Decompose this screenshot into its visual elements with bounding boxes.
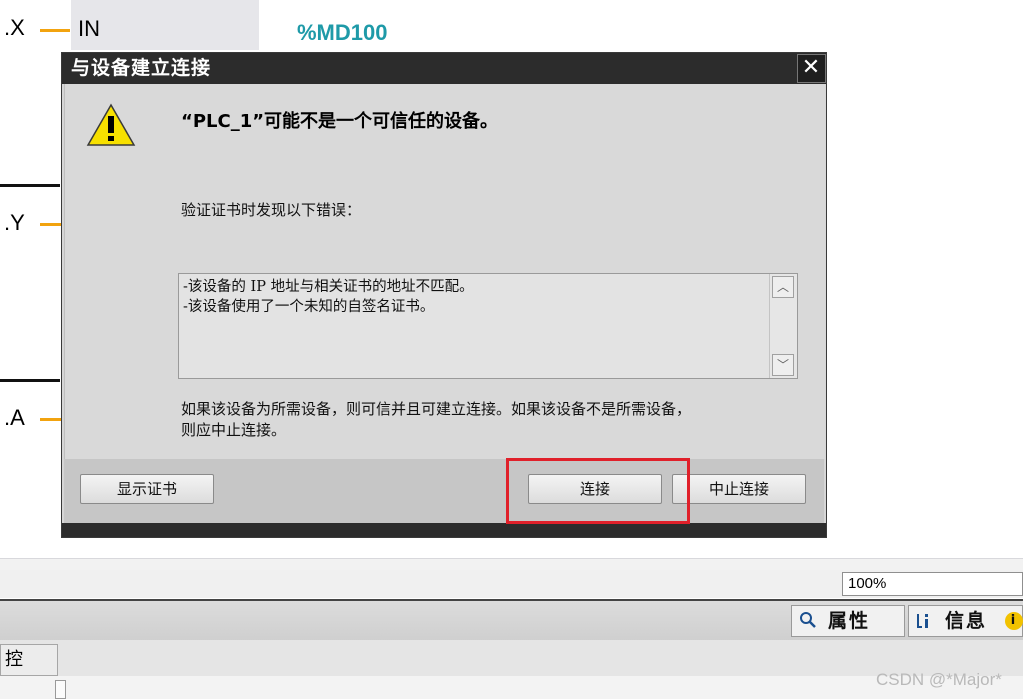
pin-label-y: .Y: [4, 210, 25, 235]
abort-connection-button[interactable]: 中止连接: [672, 474, 806, 504]
error-list-box[interactable]: -该设备的 IP 地址与相关证书的地址不匹配。 -该设备使用了一个未知的自签名证…: [178, 273, 798, 379]
rung-line: [0, 184, 60, 187]
dialog-note: 如果该设备为所需设备，则可信并且可建立连接。如果该设备不是所需设备， 则应中止连…: [181, 399, 801, 441]
show-certificate-button[interactable]: 显示证书: [80, 474, 214, 504]
tab-properties-label: 属性: [828, 610, 871, 632]
lower-panel-row: [0, 640, 1023, 676]
dialog-body: “PLC_1”可能不是一个可信任的设备。 验证证书时发现以下错误： -该设备的 …: [64, 84, 825, 459]
scroll-up-icon[interactable]: ︿: [772, 276, 794, 298]
scrollbar-thumb[interactable]: [55, 680, 66, 699]
close-button[interactable]: ✕: [797, 54, 826, 83]
dialog-subtitle: 验证证书时发现以下错误：: [181, 201, 362, 219]
info-badge-icon: i: [1005, 612, 1023, 630]
dialog-bottom-bar: [62, 523, 826, 537]
pin-line-y: [40, 223, 62, 226]
tab-info-label: 信息: [945, 610, 988, 632]
pin-label-a: .A: [4, 405, 25, 430]
warning-icon: [86, 103, 136, 146]
error-list-scrollbar[interactable]: ︿ ﹀: [769, 274, 797, 378]
tab-properties[interactable]: 属性: [791, 605, 905, 637]
tab-info[interactable]: 信息 i: [908, 605, 1023, 637]
note-line: 如果该设备为所需设备，则可信并且可建立连接。如果该设备不是所需设备，: [181, 400, 692, 418]
dialog-headline: “PLC_1”可能不是一个可信任的设备。: [181, 111, 499, 132]
note-line: 则应中止连接。: [181, 421, 287, 439]
pin-label-x: .X: [4, 15, 25, 40]
pin-line-a: [40, 418, 62, 421]
tab-control[interactable]: 控: [0, 644, 58, 676]
dialog-title: 与设备建立连接: [71, 57, 212, 79]
connect-dialog: 与设备建立连接 ✕ “PLC_1”可能不是一个可信任的设备。 验证证书时发现以下…: [62, 53, 826, 537]
zoom-field[interactable]: 100%: [842, 572, 1023, 596]
lower-panel-scroll-row: [0, 676, 1023, 699]
highlight-annotation: [506, 458, 690, 524]
watermark: CSDN @*Major*: [876, 670, 1002, 689]
dialog-title-bar: 与设备建立连接 ✕: [62, 53, 826, 84]
error-line: -该设备使用了一个未知的自签名证书。: [183, 299, 435, 315]
info-icon: [914, 611, 936, 631]
rung-line: [0, 379, 60, 382]
dialog-footer: 显示证书 连接 中止连接: [64, 459, 824, 523]
scroll-down-icon[interactable]: ﹀: [772, 354, 794, 376]
pin-line-x: [40, 29, 70, 32]
address-label: %MD100: [297, 20, 388, 45]
in-label: IN: [78, 16, 100, 41]
error-line: -该设备的 IP 地址与相关证书的地址不匹配。: [183, 279, 474, 295]
magnifier-icon: [797, 611, 819, 631]
